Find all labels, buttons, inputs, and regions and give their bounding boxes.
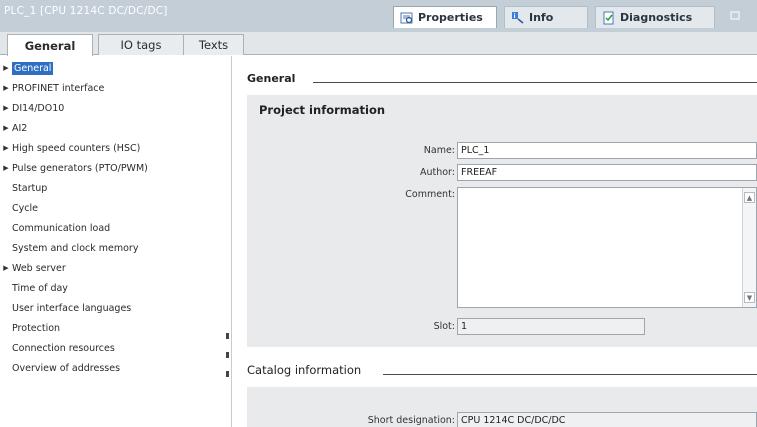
tree-item[interactable]: Overview of addresses <box>0 358 120 378</box>
tree-item[interactable]: ▶ AI2 <box>0 118 27 138</box>
tree-item-label: Cycle <box>12 202 38 214</box>
subtab-texts[interactable]: Texts <box>184 34 244 55</box>
tree-item[interactable]: ▶ DI14/DO10 <box>0 98 64 118</box>
expand-arrow-icon[interactable]: ▶ <box>0 84 12 92</box>
window-title: PLC_1 [CPU 1214C DC/DC/DC] <box>4 5 168 17</box>
tab-info-label: Info <box>529 11 554 24</box>
tree-item-label: Connection resources <box>12 342 115 354</box>
tab-diagnostics[interactable]: Diagnostics <box>595 6 715 28</box>
tree-item[interactable]: Connection resources <box>0 338 115 358</box>
tab-info[interactable]: i Info <box>504 6 588 28</box>
restore-icon[interactable] <box>729 10 741 25</box>
comment-field[interactable]: ▲ ▼ <box>457 187 757 308</box>
title-bar: PLC_1 [CPU 1214C DC/DC/DC] Properties i … <box>0 0 757 32</box>
tree-item[interactable]: ▶ High speed counters (HSC) <box>0 138 140 158</box>
expand-arrow-icon[interactable]: ▶ <box>0 64 12 72</box>
tree-item-label: Communication load <box>12 222 111 234</box>
tree-item-label: DI14/DO10 <box>12 102 65 114</box>
slot-field[interactable] <box>457 318 645 335</box>
slot-label: Slot: <box>433 321 455 332</box>
diagnostics-icon <box>602 11 616 25</box>
tree-item[interactable]: ▶ Pulse generators (PTO/PWM) <box>0 158 148 178</box>
tree-item-label: AI2 <box>12 122 28 134</box>
section-title-general: General <box>247 72 296 85</box>
tree-item[interactable]: Time of day <box>0 278 68 298</box>
tree-item[interactable]: System and clock memory <box>0 238 138 258</box>
catalog-divider <box>383 374 757 375</box>
tree-item[interactable]: Startup <box>0 178 47 198</box>
comment-scrollbar[interactable]: ▲ ▼ <box>742 188 756 307</box>
tree-item-label: User interface languages <box>12 302 132 314</box>
tab-properties-label: Properties <box>418 11 483 24</box>
tree-item[interactable]: ▶ General <box>0 58 54 78</box>
tree-item-label: General <box>12 61 54 75</box>
tab-diagnostics-label: Diagnostics <box>620 11 693 24</box>
info-icon: i <box>511 11 525 25</box>
expand-arrow-icon[interactable]: ▶ <box>0 164 12 172</box>
tree-item[interactable]: Cycle <box>0 198 38 218</box>
tree-item[interactable]: Communication load <box>0 218 110 238</box>
tree-item-label: Pulse generators (PTO/PWM) <box>12 162 148 174</box>
project-information-title: Project information <box>259 103 386 117</box>
short-designation-label: Short designation: <box>367 415 455 426</box>
catalog-information-title: Catalog information <box>247 363 362 377</box>
tree-item-label: Protection <box>12 322 61 334</box>
subtab-general[interactable]: General <box>7 34 93 56</box>
splitter-handle[interactable] <box>226 333 230 377</box>
tree-item-label: Startup <box>12 182 48 194</box>
section-divider <box>313 82 757 83</box>
comment-label: Comment: <box>405 189 455 200</box>
properties-icon <box>400 11 414 25</box>
tree-item-label: High speed counters (HSC) <box>12 142 141 154</box>
subtab-io-tags[interactable]: IO tags <box>98 34 184 55</box>
name-field[interactable] <box>457 142 757 159</box>
short-designation-field[interactable] <box>457 412 757 427</box>
properties-panel: General Project information Name: Author… <box>233 56 757 427</box>
expand-arrow-icon[interactable]: ▶ <box>0 104 12 112</box>
tree-item-label: PROFINET interface <box>12 82 105 94</box>
expand-arrow-icon[interactable]: ▶ <box>0 144 12 152</box>
tree-item-label: System and clock memory <box>12 242 139 254</box>
tree-item-label: Overview of addresses <box>12 362 121 374</box>
tree-item[interactable]: Protection <box>0 318 60 338</box>
name-label: Name: <box>423 145 455 156</box>
author-label: Author: <box>419 167 455 178</box>
tree-item[interactable]: ▶ PROFINET interface <box>0 78 104 98</box>
tree-item[interactable]: User interface languages <box>0 298 131 318</box>
author-field[interactable] <box>457 164 757 181</box>
tree-item-label: Time of day <box>12 282 68 294</box>
scroll-down-icon[interactable]: ▼ <box>744 292 755 303</box>
navigation-tree: ▶ General ▶ PROFINET interface ▶ DI14/DO10 ▶ AI… <box>0 56 232 427</box>
svg-text:i: i <box>514 13 516 20</box>
tree-item-label: Web server <box>12 262 66 274</box>
tab-properties[interactable]: Properties <box>393 6 497 28</box>
scroll-up-icon[interactable]: ▲ <box>744 192 755 203</box>
expand-arrow-icon[interactable]: ▶ <box>0 124 12 132</box>
sub-tab-bar: General IO tags Texts <box>0 32 757 56</box>
window-controls[interactable] <box>723 6 757 28</box>
expand-arrow-icon[interactable]: ▶ <box>0 264 12 272</box>
tree-item[interactable]: ▶ Web server <box>0 258 66 278</box>
